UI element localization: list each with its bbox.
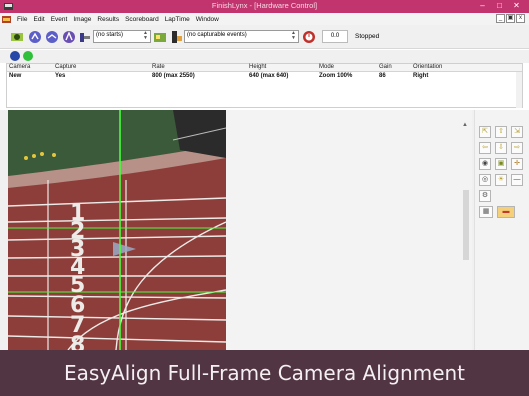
stopwatch-icon[interactable] (302, 30, 316, 44)
menu-edit[interactable]: Edit (30, 16, 47, 23)
close-button[interactable]: ✕ (508, 0, 525, 13)
secondary-toolbar (0, 50, 529, 63)
table-scrollbar[interactable] (516, 72, 522, 108)
track-image: 1 2 3 4 5 6 7 8 (8, 110, 226, 350)
header-height[interactable]: Height (249, 64, 266, 70)
runner-icon-1[interactable] (28, 30, 42, 44)
header-gain[interactable]: Gain (379, 64, 392, 70)
header-camera[interactable]: Camera (9, 64, 30, 70)
arrow-down-icon[interactable]: ⇩ (495, 142, 507, 154)
menu-scoreboard[interactable]: Scoreboard (122, 16, 162, 23)
main-toolbar: (no starts) ▲ ▼ (no capturable events) ▲ ▼… (0, 25, 529, 49)
camera-settings-icon[interactable]: ⚙ (479, 190, 491, 202)
cell-rate: 800 (max 2550) (152, 73, 195, 79)
arrow-up-right-icon[interactable]: ⇲ (511, 126, 523, 138)
events-combo-value: (no capturable events) (187, 32, 247, 38)
zoom-box-icon[interactable]: ▣ (495, 158, 507, 170)
cell-capture: Yes (55, 73, 66, 79)
grid-toggle-icon[interactable]: ▦ (479, 206, 493, 218)
camera-run-icon[interactable] (153, 30, 167, 44)
lane-number-8: 8 (70, 333, 85, 350)
start-gun-icon[interactable] (78, 30, 92, 44)
events-combo[interactable]: (no capturable events) ▲ ▼ (184, 30, 299, 43)
window-title: FinishLynx - [Hardware Control] (211, 1, 318, 10)
cell-orientation: Right (413, 73, 429, 79)
menu-image[interactable]: Image (70, 16, 94, 23)
camera-settings-table: Camera Capture Rate Height Mode Gain Ori… (6, 63, 523, 108)
minimize-button[interactable]: – (474, 0, 491, 13)
iris-icon[interactable]: ◎ (479, 174, 491, 186)
brightness-icon[interactable]: ☀ (495, 174, 507, 186)
arrow-up-left-icon[interactable]: ⇱ (479, 126, 491, 138)
combo-arrows-icon: ▲ ▼ (143, 30, 148, 41)
camera-image[interactable]: 1 2 3 4 5 6 7 8 (8, 110, 226, 350)
title-bar: FinishLynx - [Hardware Control] – □ ✕ (0, 0, 529, 13)
cell-gain: 86 (379, 73, 386, 79)
cell-mode: Zoom 100% (319, 73, 353, 79)
mdi-close-button[interactable]: x (516, 14, 525, 23)
starts-combo-value: (no starts) (96, 32, 124, 38)
combo-arrows-icon: ▲ ▼ (291, 30, 296, 41)
mdi-restore-button[interactable]: ▣ (506, 14, 515, 23)
header-rate[interactable]: Rate (152, 64, 165, 70)
menu-laptime[interactable]: LapTime (162, 16, 193, 23)
document-icon[interactable] (2, 15, 11, 24)
minus-icon[interactable]: — (511, 174, 523, 186)
header-orientation[interactable]: Orientation (413, 64, 442, 70)
cell-camera: New (9, 73, 22, 79)
clock-display: 0.0 (322, 30, 348, 43)
header-mode[interactable]: Mode (319, 64, 334, 70)
header-capture[interactable]: Capture (55, 64, 76, 70)
event-icon[interactable] (170, 30, 184, 44)
alignment-tool-panel: ⇱ ⇧ ⇲ ⇦ ⇩ ⇨ ◉ ▣ ✛ ◎ ☀ — ⚙ ▦ ▬ (474, 110, 529, 350)
maximize-button[interactable]: □ (491, 0, 508, 13)
table-header: Camera Capture Rate Height Mode Gain Ori… (7, 64, 522, 72)
preview-scroll-thumb[interactable] (463, 190, 469, 260)
cell-height: 640 (max 640) (249, 73, 289, 79)
runner-icon-2[interactable] (45, 30, 59, 44)
caption-banner: EasyAlign Full-Frame Camera Alignment (0, 350, 529, 396)
camera-view-area: 1 2 3 4 5 6 7 8 ▲ ⇱ ⇧ ⇲ ⇦ ⇩ ⇨ ◉ ▣ ✛ ◎ ☀ … (0, 110, 529, 350)
runner-icon-3[interactable] (62, 30, 76, 44)
image-preview-pane (226, 110, 472, 350)
arrow-up-icon[interactable]: ⇧ (495, 126, 507, 138)
connect-status-icon[interactable] (23, 51, 33, 61)
menu-bar: File Edit Event Image Results Scoreboard… (0, 13, 529, 25)
scroll-up-icon[interactable]: ▲ (462, 122, 468, 128)
menu-event[interactable]: Event (48, 16, 71, 23)
mdi-minimize-button[interactable]: _ (496, 14, 505, 23)
status-text: Stopped (355, 33, 380, 40)
arrow-right-icon[interactable]: ⇨ (511, 142, 523, 154)
move-cross-icon[interactable]: ✛ (511, 158, 523, 170)
alignment-marker-icon[interactable]: ▬ (497, 206, 515, 218)
info-icon[interactable] (10, 51, 20, 61)
menu-results[interactable]: Results (94, 16, 122, 23)
menu-file[interactable]: File (14, 16, 30, 23)
starts-combo[interactable]: (no starts) ▲ ▼ (93, 30, 151, 43)
capture-settings-icon[interactable] (10, 30, 24, 44)
focus-ring-icon[interactable]: ◉ (479, 158, 491, 170)
menu-window[interactable]: Window (193, 16, 222, 23)
arrow-left-icon[interactable]: ⇦ (479, 142, 491, 154)
